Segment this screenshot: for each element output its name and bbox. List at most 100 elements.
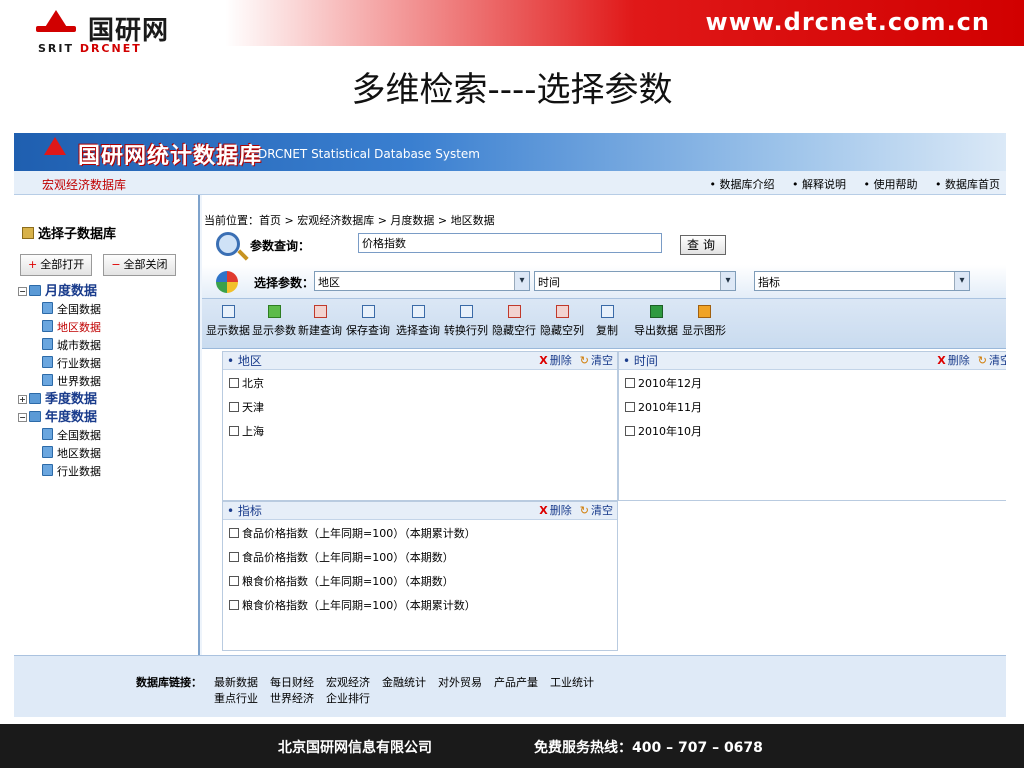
checkbox[interactable] — [625, 378, 635, 388]
sidebar-buttons: + 全部打开 − 全部关闭 — [20, 253, 182, 276]
region-panel-header: • 地区 X 删除 ↻ 清空 — [223, 352, 617, 370]
checkbox[interactable] — [229, 378, 239, 388]
nav-links: • 数据库介绍 • 解释说明 • 使用帮助 • 数据库首页 — [696, 176, 1001, 192]
toolbar-button[interactable]: 显示图形 — [682, 305, 726, 338]
select-time[interactable]: 时间 — [534, 271, 736, 291]
drcnet-logo: 国研网 SRIT DRCNET — [36, 8, 176, 56]
region-clear-button[interactable]: ↻ 清空 — [580, 354, 613, 367]
tree-item[interactable]: 行业数据 — [18, 355, 101, 373]
folder-note-icon — [22, 227, 34, 239]
footer-link[interactable]: 工业统计 — [550, 674, 594, 690]
checkbox[interactable] — [625, 402, 635, 412]
toolbar-button[interactable]: 保存查询 — [346, 305, 390, 338]
checkbox-option[interactable]: 粮食价格指数（上年同期=100）（本期累计数） — [223, 594, 617, 618]
checkbox-option[interactable]: 上海 — [223, 420, 617, 444]
toolbar-icon — [697, 305, 711, 318]
toolbar-button[interactable]: 转换行列 — [444, 305, 488, 338]
nav-link-intro[interactable]: • 数据库介绍 — [710, 178, 775, 191]
checkbox-option[interactable]: 2010年10月 — [619, 420, 1006, 444]
tree-group[interactable]: + 季度数据 — [18, 391, 101, 409]
select-region[interactable]: 地区 — [314, 271, 530, 291]
checkbox-option[interactable]: 食品价格指数（上年同期=100）（本期累计数） — [223, 522, 617, 546]
app-subtitle: DRCNET Statistical Database System — [258, 147, 480, 161]
tree-group[interactable]: − 月度数据 — [18, 283, 101, 301]
indicator-panel: • 指标 X 删除 ↻ 清空 食品价格指数（上年同期=100）（本期累计数） 食品价格指… — [222, 501, 618, 651]
document-icon — [42, 428, 53, 440]
tree-item[interactable]: 全国数据 — [18, 301, 101, 319]
toolbar-button[interactable]: 显示数据 — [206, 305, 250, 338]
query-input[interactable] — [358, 233, 662, 253]
footer-link[interactable]: 重点行业 — [214, 690, 258, 706]
tree-item[interactable]: 行业数据 — [18, 463, 101, 481]
toolbar-icon — [221, 305, 235, 318]
footer-link[interactable]: 企业排行 — [326, 690, 370, 706]
footer-link[interactable]: 金融统计 — [382, 674, 426, 690]
tree-item[interactable]: 地区数据 — [18, 319, 101, 337]
checkbox-option[interactable]: 2010年11月 — [619, 396, 1006, 420]
select-indicator[interactable]: 指标 — [754, 271, 970, 291]
parameter-label: 选择参数： — [254, 276, 315, 290]
nav-link-home[interactable]: • 数据库首页 — [935, 178, 1000, 191]
region-delete-button[interactable]: X 删除 — [539, 354, 571, 367]
app-window: 国研网统计数据库 DRCNET Statistical Database Sys… — [14, 133, 1006, 655]
time-panel-header: • 时间 X 删除 ↻ 清空 — [619, 352, 1006, 370]
footer-link[interactable]: 世界经济 — [270, 690, 314, 706]
document-icon — [42, 338, 53, 350]
toolbar-icon — [555, 305, 569, 318]
toolbar-button[interactable]: 显示参数 — [252, 305, 296, 338]
footer-link[interactable]: 最新数据 — [214, 674, 258, 690]
footer-link[interactable]: 宏观经济 — [326, 674, 370, 690]
toolbar-button[interactable]: 隐藏空列 — [540, 305, 584, 338]
checkbox[interactable] — [229, 426, 239, 436]
open-all-button[interactable]: + 全部打开 — [20, 254, 93, 276]
query-button[interactable]: 查询 — [680, 235, 726, 255]
nav-link-explain[interactable]: • 解释说明 — [792, 178, 846, 191]
tree-item[interactable]: 城市数据 — [18, 337, 101, 355]
sidebar: 选择子数据库 + 全部打开 − 全部关闭 − 月度数据 全国数据 地区数据 城市数据 行业数据… — [14, 195, 200, 655]
indicator-delete-button[interactable]: X 删除 — [539, 504, 571, 517]
checkbox-option[interactable]: 天津 — [223, 396, 617, 420]
folder-icon — [29, 285, 41, 296]
logo-mark-icon — [36, 10, 76, 32]
tree-item[interactable]: 世界数据 — [18, 373, 101, 391]
footer-link[interactable]: 产品产量 — [494, 674, 538, 690]
expander-icon[interactable]: − — [18, 287, 27, 296]
checkbox-option[interactable]: 粮食价格指数（上年同期=100）（本期数） — [223, 570, 617, 594]
tree-item[interactable]: 全国数据 — [18, 427, 101, 445]
checkbox-option[interactable]: 2010年12月 — [619, 372, 1006, 396]
time-delete-button[interactable]: X 删除 — [937, 354, 969, 367]
toolbar-button[interactable]: 新建查询 — [298, 305, 342, 338]
checkbox[interactable] — [229, 552, 239, 562]
toolbar-icon — [361, 305, 375, 318]
expander-icon[interactable]: − — [18, 413, 27, 422]
toolbar-button[interactable]: 选择查询 — [396, 305, 440, 338]
footer-link[interactable]: 对外贸易 — [438, 674, 482, 690]
toolbar-button[interactable]: 导出数据 — [634, 305, 678, 338]
toolbar-button[interactable]: 复制 — [596, 305, 618, 338]
close-all-button[interactable]: − 全部关闭 — [103, 254, 176, 276]
checkbox[interactable] — [229, 576, 239, 586]
checkbox-option[interactable]: 北京 — [223, 372, 617, 396]
nav-link-help[interactable]: • 使用帮助 — [864, 178, 918, 191]
main-content: 当前位置：首页 > 宏观经济数据库 > 月度数据 > 地区数据 参数查询： 查询… — [202, 195, 1006, 655]
toolbar-icon — [459, 305, 473, 318]
expander-icon[interactable]: + — [18, 395, 27, 404]
checkbox[interactable] — [229, 402, 239, 412]
search-magnifier-icon — [216, 232, 240, 256]
indicator-clear-button[interactable]: ↻ 清空 — [580, 504, 613, 517]
checkbox[interactable] — [229, 600, 239, 610]
document-icon — [42, 446, 53, 458]
checkbox[interactable] — [625, 426, 635, 436]
parameter-globe-icon — [216, 271, 238, 293]
query-label: 参数查询： — [250, 239, 311, 253]
tree-group[interactable]: − 年度数据 — [18, 409, 101, 427]
time-clear-button[interactable]: ↻ 清空 — [978, 354, 1006, 367]
footer-label: 数据库链接： — [136, 676, 202, 689]
toolbar-button[interactable]: 隐藏空行 — [492, 305, 536, 338]
parameter-bar: 选择参数： 地区 时间 指标 — [202, 265, 1006, 299]
footer-link[interactable]: 每日财经 — [270, 674, 314, 690]
checkbox-option[interactable]: 食品价格指数（上年同期=100）（本期数） — [223, 546, 617, 570]
checkbox[interactable] — [229, 528, 239, 538]
document-icon — [42, 464, 53, 476]
tree-item[interactable]: 地区数据 — [18, 445, 101, 463]
